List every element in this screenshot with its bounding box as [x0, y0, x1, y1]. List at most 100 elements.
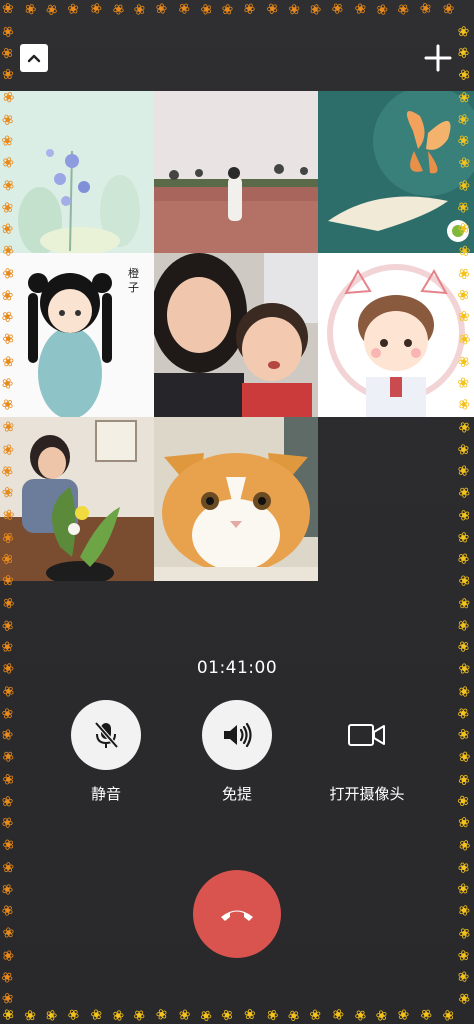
- butterfly-hand-art-avatar: [318, 91, 474, 253]
- leaf-decoration-icon: ❀: [305, 0, 326, 19]
- add-participant-button[interactable]: [422, 42, 454, 74]
- participant-tile-7[interactable]: [0, 417, 154, 581]
- leaf-decoration-icon: ❀: [306, 1007, 325, 1023]
- call-controls: 静音 免提 打开摄像头: [0, 700, 474, 810]
- leaf-decoration-icon: ❀: [0, 596, 17, 610]
- leaf-decoration-icon: ❀: [131, 0, 149, 19]
- mute-label: 静音: [90, 785, 121, 803]
- leaf-decoration-icon: ❀: [0, 835, 18, 855]
- mute-control: 静音: [46, 700, 166, 804]
- leaf-decoration-icon: ❀: [21, 2, 39, 16]
- camera-button[interactable]: [332, 700, 402, 770]
- leaf-decoration-icon: ❀: [373, 1005, 391, 1024]
- leaf-decoration-icon: ❀: [455, 637, 473, 657]
- voice-call-screen: ❀ ❀ ❀ ❀ ❀ ❀ ❀ ❀ ❀ ❀ ❀ ❀ ❀ ❀ ❀ ❀ ❀ ❀ ❀ ❀ ❀ ❀ ❀ ❀ ❀ ❀ ❀ ❀ ❀ ❀ ❀ ❀ ❀ ❀ ❀ ❀ ❀ ❀ ❀ ❀…: [0, 0, 474, 1024]
- leaf-decoration-icon: ❀: [453, 615, 474, 635]
- leaf-decoration-icon: ❀: [0, 879, 18, 899]
- leaf-decoration-icon: ❀: [454, 593, 474, 613]
- leaf-decoration-icon: ❀: [328, 0, 347, 19]
- microphone-muted-icon: [94, 721, 119, 749]
- leaf-decoration-icon: ❀: [219, 1008, 237, 1022]
- plus-icon: [424, 44, 452, 72]
- leaf-decoration-icon: ❀: [0, 1005, 18, 1024]
- minimize-button[interactable]: [20, 44, 48, 72]
- participant-tile-5[interactable]: [154, 253, 318, 417]
- leaf-decoration-icon: ❀: [44, 0, 59, 18]
- svg-text:橙: 橙: [128, 266, 139, 280]
- leaf-decoration-icon: ❀: [218, 0, 238, 19]
- leaf-decoration-icon: ❀: [199, 1006, 213, 1024]
- leaf-decoration-icon: ❀: [0, 682, 18, 700]
- leaf-decoration-icon: ❀: [329, 1005, 346, 1024]
- mother-child-selfie-avatar: [154, 253, 318, 417]
- leaf-decoration-icon: ❀: [0, 990, 16, 1008]
- leaf-decoration-icon: ❀: [0, 639, 18, 655]
- leaf-decoration-icon: ❀: [64, 1, 83, 17]
- leaf-decoration-icon: ❀: [394, 1005, 414, 1024]
- video-camera-icon: [348, 724, 385, 746]
- woman-flower-arranging-avatar: [0, 417, 154, 581]
- participant-tile-2[interactable]: [154, 91, 318, 253]
- leaf-decoration-icon: ❀: [174, 1007, 193, 1023]
- call-timer: 01:41:00: [196, 658, 278, 678]
- hang-up-button[interactable]: [193, 870, 281, 958]
- leaf-decoration-icon: ❀: [454, 924, 474, 942]
- leaf-decoration-icon: ❀: [455, 681, 473, 701]
- leaf-decoration-icon: ❀: [418, 0, 434, 19]
- leaf-decoration-icon: ❀: [416, 1005, 436, 1024]
- leaf-decoration-icon: ❀: [438, 1, 457, 17]
- flowers-illustration-avatar: [0, 91, 154, 253]
- leaf-decoration-icon: ❀: [454, 881, 474, 897]
- leaf-decoration-icon: ❀: [152, 0, 172, 18]
- leaf-decoration-icon: ❀: [350, 1006, 370, 1024]
- leaf-decoration-icon: ❀: [394, 0, 414, 18]
- participant-tile-6[interactable]: [318, 253, 474, 417]
- leaf-decoration-icon: ❀: [243, 1006, 256, 1024]
- leaf-decoration-icon: ❀: [240, 0, 260, 19]
- leaf-decoration-icon: ❀: [174, 0, 194, 19]
- leaf-decoration-icon: ❀: [0, 901, 17, 921]
- leaf-decoration-icon: ❀: [41, 1005, 62, 1024]
- leaf-decoration-icon: ❀: [437, 1005, 458, 1024]
- leaf-decoration-icon: ❀: [0, 813, 18, 833]
- participant-tile-4[interactable]: 橙 子: [0, 253, 154, 417]
- leaf-decoration-icon: ❀: [456, 857, 472, 877]
- mute-button[interactable]: [71, 700, 141, 770]
- hang-up-phone-icon: [221, 910, 253, 921]
- leaf-decoration-icon: ❀: [453, 967, 474, 987]
- participant-tile-3[interactable]: [318, 91, 474, 253]
- leaf-decoration-icon: ❀: [373, 0, 391, 19]
- chevron-up-icon: [27, 54, 41, 63]
- speaker-control: 免提: [177, 700, 297, 804]
- leaf-decoration-icon: ❀: [455, 901, 473, 921]
- svg-text:子: 子: [128, 281, 139, 294]
- leaf-decoration-icon: ❀: [263, 1008, 281, 1022]
- leaf-decoration-icon: ❀: [0, 969, 18, 985]
- participant-grid: 橙 子: [0, 91, 474, 581]
- leaf-decoration-icon: ❀: [455, 837, 473, 853]
- speaker-button[interactable]: [202, 700, 272, 770]
- leaf-decoration-icon: ❀: [454, 945, 473, 965]
- empty-tile: [318, 417, 474, 581]
- leaf-decoration-icon: ❀: [64, 1005, 84, 1024]
- anime-girl-drawing-avatar: 橙 子: [0, 253, 154, 417]
- leaf-decoration-icon: ❀: [154, 1005, 170, 1024]
- leaf-decoration-icon: ❀: [86, 1006, 106, 1024]
- orange-cat-photo-avatar: [154, 417, 318, 581]
- leaf-decoration-icon: ❀: [2, 1, 14, 17]
- leaf-decoration-icon: ❀: [0, 924, 18, 942]
- participant-tile-1[interactable]: [0, 91, 154, 253]
- leaf-decoration-icon: ❀: [454, 989, 474, 1009]
- leaf-decoration-icon: ❀: [0, 857, 18, 877]
- camera-label: 打开摄像头: [329, 785, 405, 803]
- leaf-decoration-icon: ❀: [350, 0, 370, 18]
- camera-control: 打开摄像头: [307, 700, 427, 804]
- speaker-label: 免提: [221, 785, 252, 803]
- leaf-decoration-icon: ❀: [1, 22, 15, 40]
- participant-tile-8[interactable]: [154, 417, 318, 581]
- leaf-decoration-icon: ❀: [261, 0, 282, 19]
- leaf-decoration-icon: ❀: [109, 1005, 127, 1024]
- leaf-decoration-icon: ❀: [108, 0, 128, 18]
- leaf-decoration-icon: ❀: [286, 1006, 301, 1024]
- field-photo-avatar: [154, 91, 318, 253]
